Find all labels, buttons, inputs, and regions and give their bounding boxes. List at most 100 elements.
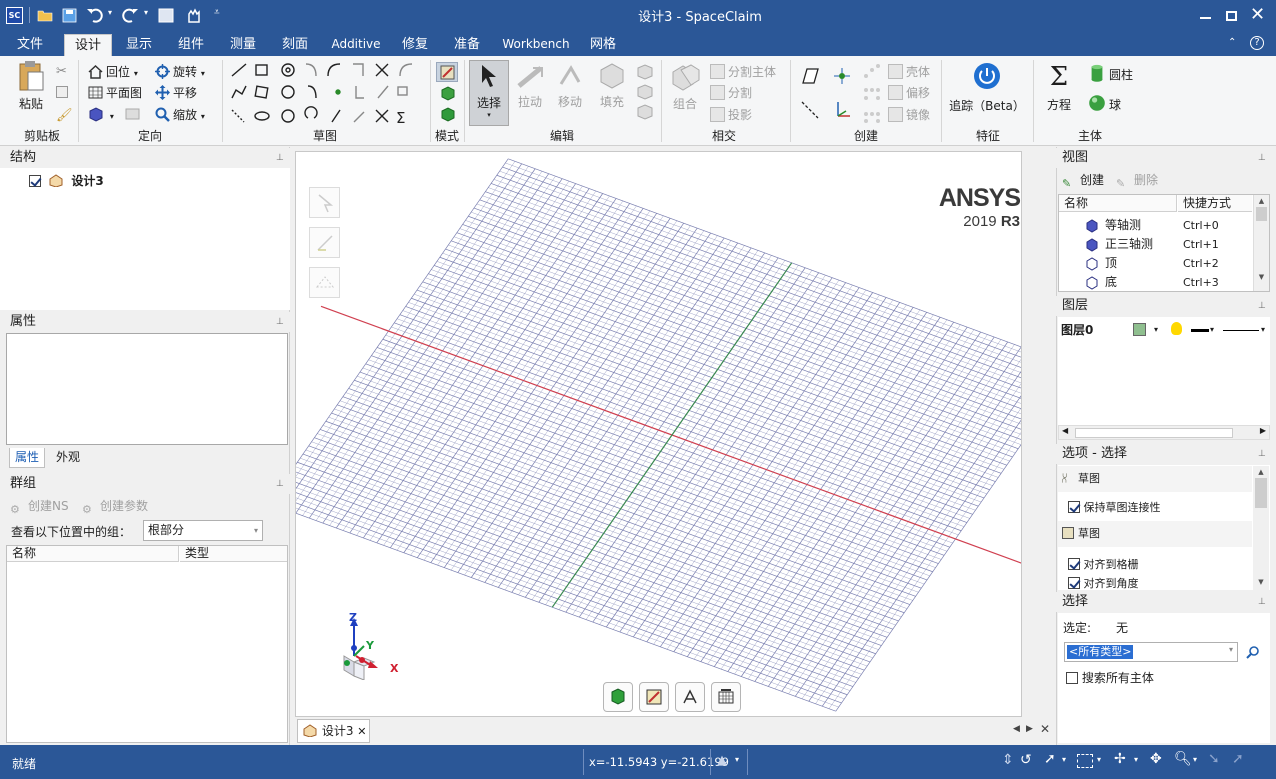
doc-tab[interactable]: 设计3 ✕	[297, 719, 370, 743]
solid-mode-button[interactable]	[603, 682, 633, 712]
search-all-bodies-option[interactable]: 搜索所有主体	[1066, 669, 1154, 686]
spin-button[interactable]: 旋转 ▾	[155, 62, 205, 82]
pan-status-icon[interactable]: ✥	[1150, 751, 1162, 767]
open-icon[interactable]	[37, 8, 53, 22]
view-row[interactable]: 顶 Ctrl+2	[1059, 254, 1252, 273]
views-col-name[interactable]: 名称	[1059, 195, 1177, 212]
edit-more-icons[interactable]	[636, 64, 654, 124]
close-all-tabs-icon[interactable]: ✕	[1040, 722, 1050, 736]
track-button[interactable]: 追踪（Beta）	[946, 62, 1028, 114]
create-view-button[interactable]: ✎ 创建	[1062, 170, 1104, 190]
help-icon[interactable]: ?	[1250, 36, 1264, 50]
zoom-button[interactable]: 缩放 ▾	[155, 105, 205, 125]
maximize-icon[interactable]	[1226, 11, 1237, 21]
view-row[interactable]: 等轴测 Ctrl+0	[1059, 216, 1252, 235]
tab-mesh[interactable]: 网格	[581, 34, 625, 56]
customize-qat-icon[interactable]: ⩡	[214, 7, 220, 18]
chevron-down-icon[interactable]: ▾	[1154, 321, 1158, 339]
views-col-shortcut[interactable]: 快捷方式	[1178, 195, 1252, 212]
visibility-checkbox[interactable]	[29, 175, 41, 187]
create-ns-button[interactable]: ⚙ 创建NS	[10, 496, 69, 516]
previous-view-icon[interactable]: ➘	[1208, 751, 1220, 767]
chevron-down-icon[interactable]: ▾	[1062, 755, 1066, 764]
format-painter-icon[interactable]: 🖌	[56, 108, 73, 123]
select-cursor-status-icon[interactable]: ➚	[1044, 751, 1056, 767]
cut-icon[interactable]: ✂	[56, 64, 67, 79]
up-down-arrows-icon[interactable]: ⇕	[1002, 752, 1014, 768]
pin-icon[interactable]: ⊥	[276, 153, 284, 164]
undo-dropdown-icon[interactable]: ▾	[108, 8, 112, 17]
project-button[interactable]: 投影	[710, 105, 752, 125]
create-param-button[interactable]: ⚙ 创建参数	[82, 496, 148, 516]
undo-icon[interactable]	[86, 7, 104, 23]
view-cube-button[interactable]: ▾	[88, 105, 114, 125]
pin-icon[interactable]: ⊥	[1258, 449, 1266, 460]
scroll-left-icon[interactable]: ◀	[1013, 724, 1020, 734]
move-button[interactable]: 移动	[552, 62, 588, 110]
zoom-status-icon[interactable]: 🔍︎	[1174, 751, 1192, 767]
selection-type-select[interactable]: <所有类型> ▾	[1064, 642, 1238, 662]
copy-icon[interactable]	[56, 86, 68, 98]
screenshot-icon[interactable]	[158, 8, 174, 23]
tab-facets[interactable]: 刻面	[273, 34, 317, 56]
equation-button[interactable]: Σ 方程	[1040, 62, 1078, 113]
origin-icon[interactable]	[832, 100, 852, 120]
pin-icon[interactable]: ⊥	[276, 479, 284, 490]
spin-status-icon[interactable]: ✢	[1114, 751, 1126, 767]
combine-button[interactable]: 组合	[666, 62, 704, 112]
tab-additive[interactable]: Additive	[328, 34, 384, 56]
pattern-icons[interactable]	[862, 64, 882, 124]
keep-connectivity-option[interactable]: 保持草图连接性	[1068, 499, 1161, 515]
next-view-icon[interactable]: ➚	[1232, 751, 1244, 767]
chevron-down-icon[interactable]: ▾	[1134, 755, 1138, 764]
split-body-button[interactable]: 分割主体	[710, 62, 776, 82]
chevron-down-icon[interactable]: ▾	[1261, 321, 1265, 339]
groups-view-select[interactable]: 根部分 ▾	[143, 520, 263, 541]
tab-repair[interactable]: 修复	[393, 34, 437, 56]
lightbulb-icon[interactable]	[1171, 322, 1182, 335]
layer-color-swatch[interactable]	[1133, 323, 1146, 336]
options-scrollbar[interactable]: ▲ ▼	[1253, 466, 1269, 590]
views-scrollbar[interactable]: ▲ ▼	[1253, 195, 1269, 291]
close-tab-icon[interactable]: ✕	[357, 725, 366, 738]
view-row[interactable]: 底 Ctrl+3	[1059, 273, 1252, 292]
home-button[interactable]: 回位 ▾	[88, 62, 138, 82]
search-icon[interactable]	[1245, 645, 1260, 660]
tab-display[interactable]: 显示	[117, 34, 161, 56]
tab-assembly[interactable]: 组件	[169, 34, 213, 56]
snap-angle-checkbox[interactable]	[1068, 577, 1080, 589]
line-weight-icon[interactable]	[1191, 329, 1209, 332]
search-all-bodies-checkbox[interactable]	[1066, 672, 1078, 684]
view-row[interactable]: 正三轴测 Ctrl+1	[1059, 235, 1252, 254]
tab-appearance[interactable]: 外观	[50, 448, 86, 468]
paste-button[interactable]: 粘贴	[14, 60, 48, 118]
split-button[interactable]: 分割	[710, 83, 752, 103]
pin-icon[interactable]: ⊥	[1258, 597, 1266, 608]
hand-icon[interactable]	[186, 8, 202, 23]
groups-col-type[interactable]: 类型	[180, 546, 287, 562]
layers-hscrollbar[interactable]: ◀ ▶	[1058, 425, 1270, 440]
tab-prepare[interactable]: 准备	[445, 34, 489, 56]
scroll-right-icon[interactable]: ▶	[1026, 724, 1033, 734]
redo-dropdown-icon[interactable]: ▾	[144, 8, 148, 17]
mirror-button[interactable]: 镜像	[888, 105, 930, 125]
sphere-button[interactable]: 球	[1088, 94, 1121, 114]
plan-view-button[interactable]: 平面图	[88, 83, 142, 103]
rotate-select-icon[interactable]: ↺	[1020, 752, 1032, 768]
constraint-button[interactable]	[675, 682, 705, 712]
box-select-icon[interactable]	[1077, 754, 1093, 768]
snap-grid-checkbox[interactable]	[1068, 558, 1080, 570]
delete-view-button[interactable]: ✎ 删除	[1116, 170, 1158, 190]
view-options-button[interactable]	[711, 682, 741, 712]
tab-design[interactable]: 设计	[64, 34, 112, 56]
sketch-tools-icon-grid[interactable]: Σ	[228, 62, 424, 126]
tab-file[interactable]: 文件	[5, 34, 55, 56]
chevron-down-icon[interactable]: ▾	[735, 755, 739, 764]
tab-workbench[interactable]: Workbench	[500, 34, 572, 56]
keep-connectivity-checkbox[interactable]	[1068, 501, 1080, 513]
cylinder-button[interactable]: 圆柱	[1088, 64, 1133, 84]
viewport[interactable]	[295, 151, 1022, 717]
save-icon[interactable]	[62, 8, 77, 23]
fill-button[interactable]: 填充	[594, 62, 630, 110]
offset-button[interactable]: 偏移	[888, 83, 930, 103]
